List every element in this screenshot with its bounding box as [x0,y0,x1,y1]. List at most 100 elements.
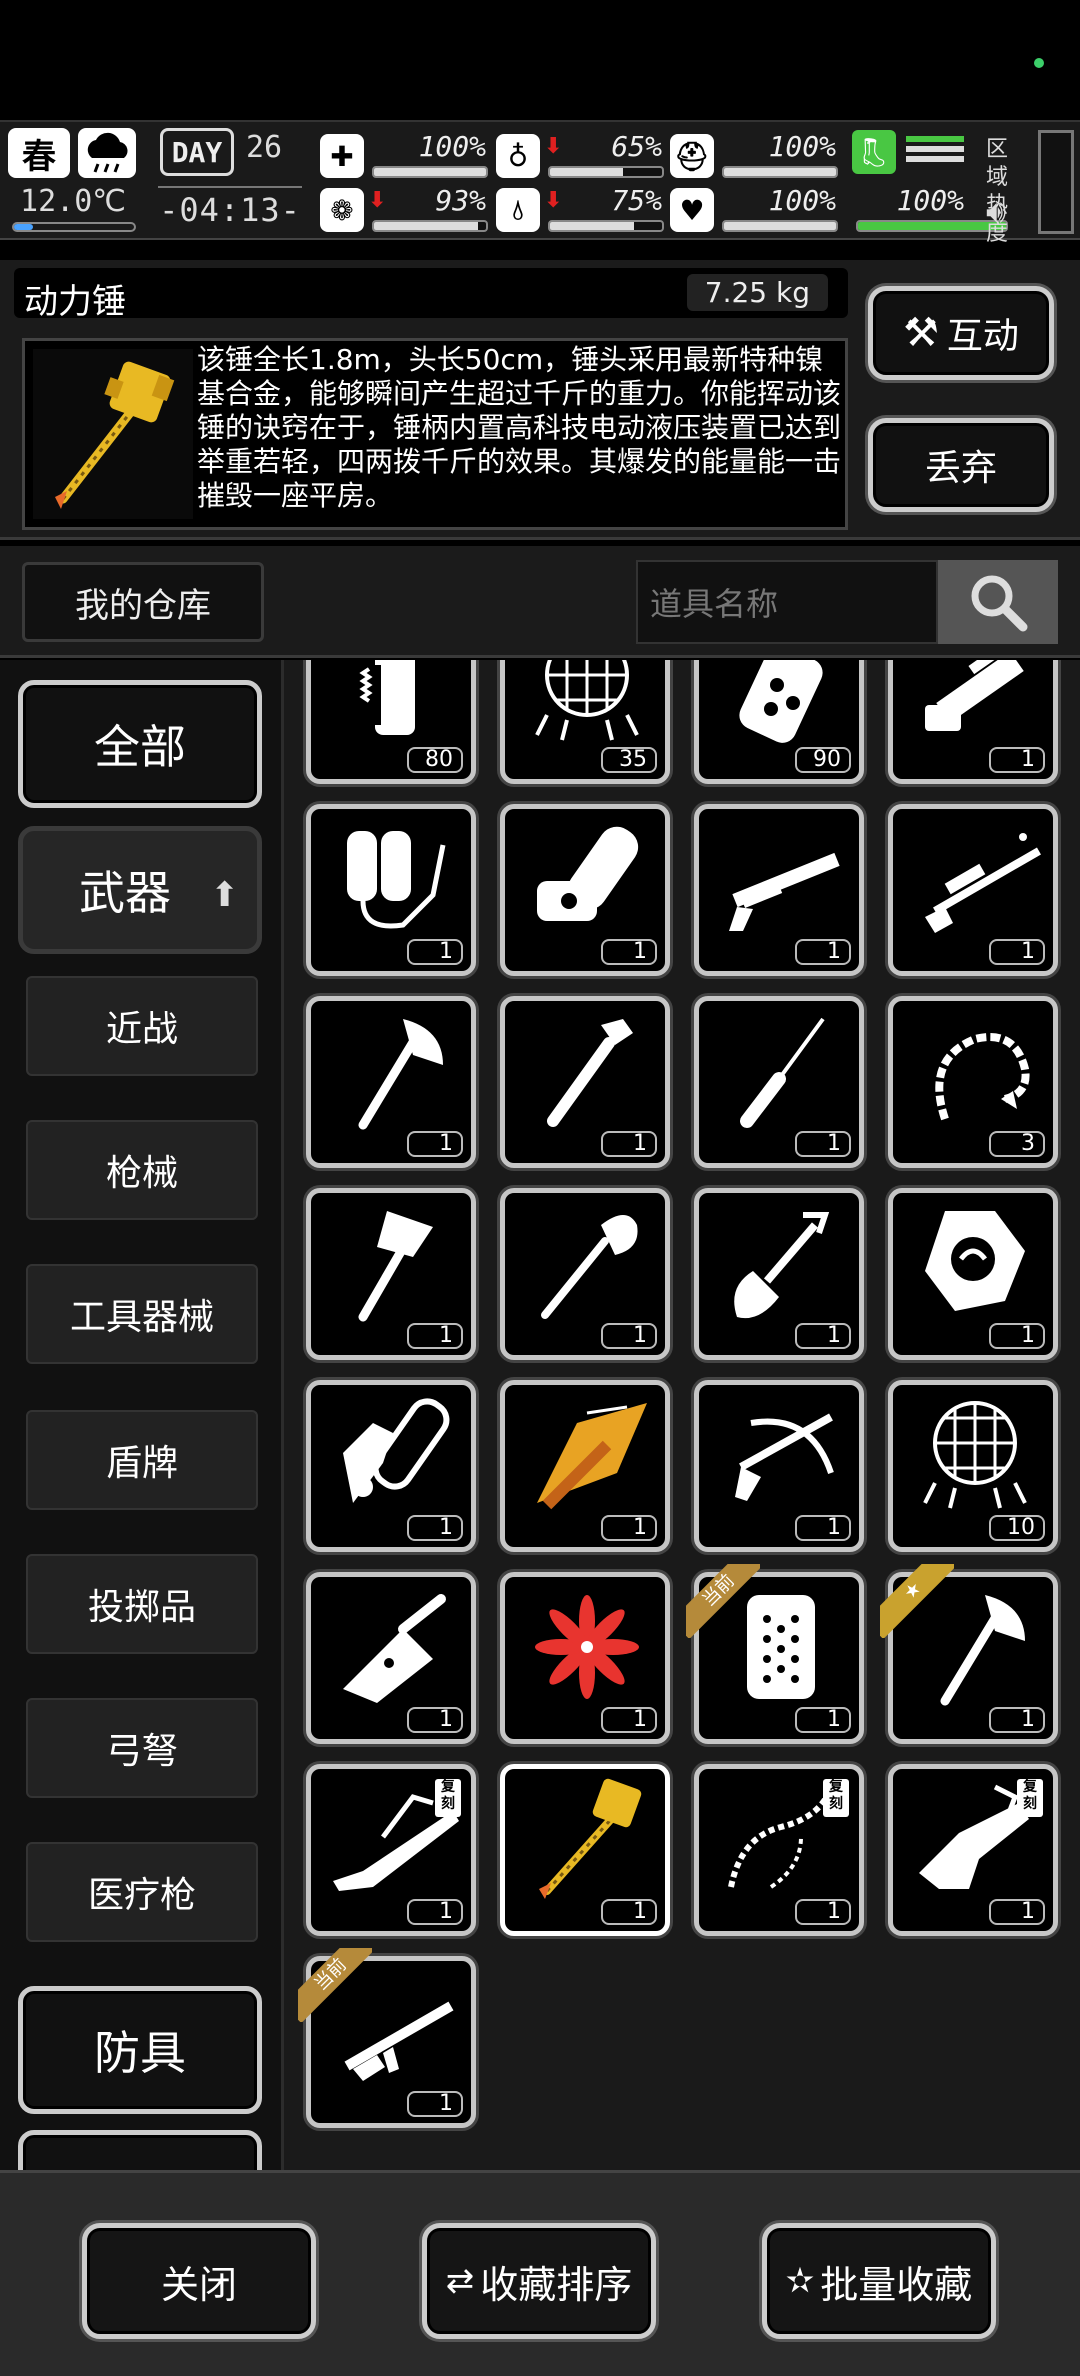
discard-button[interactable]: 丢弃 [868,418,1054,512]
interact-button[interactable]: ⚒ 互动 [868,286,1054,380]
subcategory-throwables[interactable]: 投掷品 [26,1554,258,1654]
item-count: 1 [407,1131,463,1157]
replica-badge: 复刻 [1017,1779,1043,1817]
inventory-slot[interactable]: 1 [694,1188,864,1360]
stat-sanity: ❁ ⬇ 93% [320,184,490,236]
inventory-slot[interactable]: 1 [306,996,476,1168]
inventory-slot[interactable]: 1 [694,804,864,976]
temperature-bar [12,222,136,232]
subcategory-tools[interactable]: 工具器械 [26,1264,258,1364]
stat-health: ✚ 100% [320,130,490,182]
stat-armor: ⛑ 100% [670,130,840,182]
item-count: 1 [989,1323,1045,1349]
inventory-slot[interactable]: 1 [306,804,476,976]
category-armor[interactable]: 防具 [18,1986,262,2114]
category-all[interactable]: 全部 [18,680,262,808]
batch-favorite-button[interactable]: ✫ 批量收藏 [762,2223,996,2339]
stat-bar-fill [724,168,836,176]
inventory-slot[interactable]: 1 [694,996,864,1168]
inventory-slot[interactable]: 1 [306,1572,476,1744]
item-count: 1 [407,2091,463,2117]
item-count: 1 [407,939,463,965]
inventory-slot[interactable]: 1 [500,996,670,1168]
inventory-slot[interactable]: 1 复刻 [694,1764,864,1936]
item-count: 1 [989,1899,1045,1925]
cloud-icon [78,128,136,178]
heart-icon: ♥ [670,188,714,232]
dragon-chainsaw-icon [343,1398,450,1503]
item-count: 1 [795,1323,851,1349]
item-count: 1 [795,1515,851,1541]
inventory-slot[interactable]: 90 [694,660,864,784]
item-count: 1 [407,1899,463,1925]
close-button[interactable]: 关闭 [82,2223,316,2339]
inventory-slot[interactable]: 1 [306,1188,476,1360]
inventory-slot[interactable]: 1 [306,1380,476,1552]
season-badge: 春 [8,128,70,178]
pipe-wrench-icon [547,1019,633,1127]
inventory-slot[interactable]: 3 [888,996,1058,1168]
inventory-slot[interactable]: 10 [888,1380,1058,1552]
inventory-slot[interactable]: 1 [888,660,1058,784]
item-count: 1 [601,1323,657,1349]
item-name-bar: 动力锤 7.25 kg [14,268,848,322]
item-count: 1 [795,939,851,965]
subcategory-firearms[interactable]: 枪械 [26,1120,258,1220]
item-detail-panel: 动力锤 7.25 kg 该锤全长1.8m，头长50cm，锤头采用最新特种镍基合金… [0,260,1080,540]
item-count: 1 [601,1515,657,1541]
sort-favorites-button[interactable]: ⇄ 收藏排序 [422,2223,656,2339]
inventory-slot[interactable]: 1 复刻 [306,1764,476,1936]
stat-bar-fill [858,222,1006,230]
subcategory-shields[interactable]: 盾牌 [26,1410,258,1510]
inventory-slot[interactable]: 1 [500,1188,670,1360]
warehouse-title: 我的仓库 [22,562,264,642]
inventory-slot[interactable]: 1 [500,1380,670,1552]
favorite-ribbon: ★ [880,1564,954,1638]
search-input[interactable]: 道具名称 [636,560,938,644]
inventory-slot[interactable]: 1 [500,1764,670,1936]
stat-hunger: ♁ ⬇ 65% [496,130,666,182]
medkit-icon: ✚ [320,134,364,178]
brain-icon: ❁ [320,188,364,232]
net-icon [535,660,639,741]
shotgun-icon [729,852,840,931]
inventory-slot[interactable]: 1 复刻 [888,1764,1058,1936]
inventory-slot[interactable]: 1 [694,1380,864,1552]
item-count: 1 [601,1131,657,1157]
category-weapons[interactable]: 武器 ⬆ [18,826,262,954]
item-grid[interactable]: 80 35 90 1 1 1 1 1 1 1 1 3 1 1 1 1 1 1 1 10 1 1 1 当前 1 ★ 1 复刻 1 1 复刻 1 复… [298,660,1070,2170]
stat-bar-fill [374,222,479,230]
bear-trap-icon [925,1211,1025,1311]
stat-thirst: 💧︎ ⬇ 75% [496,184,666,236]
subcategory-bows[interactable]: 弓弩 [26,1698,258,1798]
inventory-slot[interactable]: 1 [500,804,670,976]
inventory-slot[interactable]: 35 [500,660,670,784]
day-number: 26 [246,130,283,165]
subcategory-medical-guns[interactable]: 医疗枪 [26,1842,258,1942]
item-description-box: 该锤全长1.8m，头长50cm，锤头采用最新特种镍基合金，能够瞬间产生超过千斤的… [22,338,848,530]
search-button[interactable] [938,560,1058,644]
inventory-slot[interactable]: 1 [888,1188,1058,1360]
stat-heart: ♥ 100% [670,184,840,236]
bottom-toolbar: 关闭 ⇄ 收藏排序 ✫ 批量收藏 [0,2170,1080,2376]
stomach-icon: ♁ [496,134,540,178]
star-icon: ✫ [785,2261,815,2301]
category-sidebar[interactable]: 全部 武器 ⬆ 近战 枪械 工具器械 盾牌 投掷品 弓弩 医疗枪 防具 [0,660,284,2170]
item-count: 1 [407,1515,463,1541]
flamethrower-icon [347,831,446,929]
stat-bar-fill [724,222,836,230]
inventory-slot[interactable]: 1 [500,1572,670,1744]
subcategory-melee[interactable]: 近战 [26,976,258,1076]
category-next[interactable] [18,2130,262,2170]
speaker-icon[interactable]: 🔊︎ [986,192,1006,231]
frag-grenade-icon [739,660,823,743]
stat-bar-fill [550,222,634,230]
shovel-icon [541,1215,638,1319]
inventory-slot[interactable]: 1 [888,804,1058,976]
item-count: 90 [795,747,851,773]
inventory-slot[interactable]: 80 [306,660,476,784]
item-count: 80 [407,747,463,773]
item-count: 1 [989,939,1045,965]
swap-arrows-icon: ⇄ [445,2261,475,2301]
crossbow-icon [735,1413,834,1501]
